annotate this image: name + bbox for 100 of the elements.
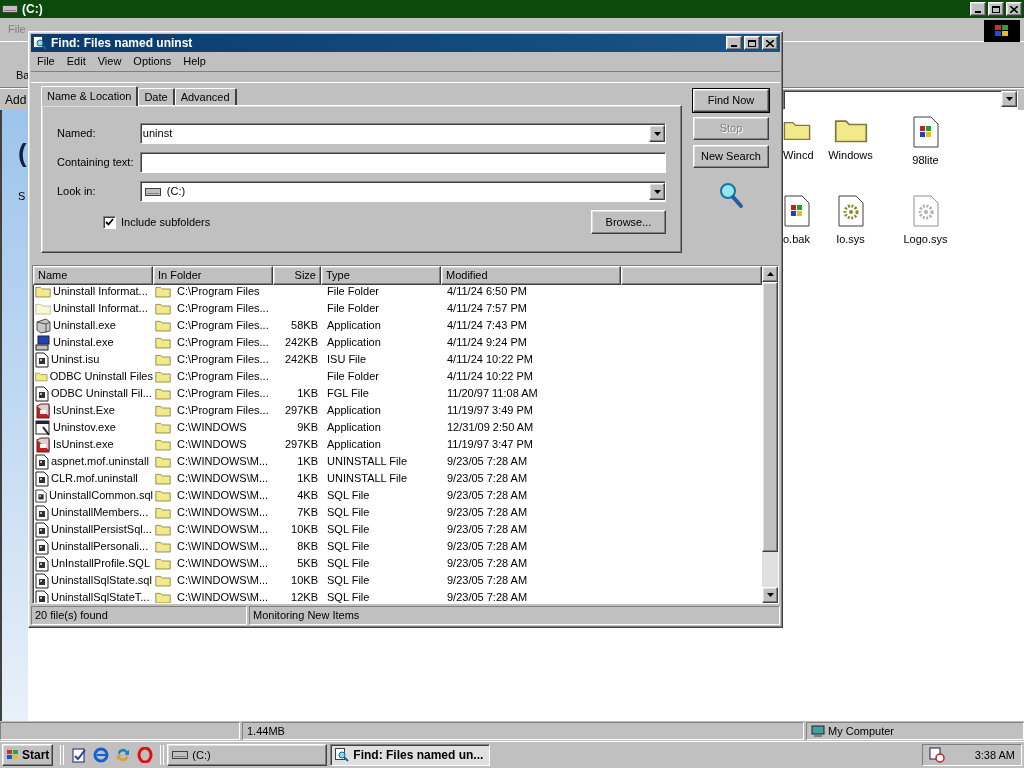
folder-icon <box>155 336 171 349</box>
table-cell: 4/11/24 7:43 PM <box>447 319 527 332</box>
document-icon <box>35 351 49 368</box>
table-cell: SQL File <box>327 557 370 570</box>
table-cell-text: C:\WINDOWS\M... <box>177 556 269 572</box>
file-name: o.bak <box>783 231 810 247</box>
folder-icon <box>155 319 171 332</box>
field-label: Containing text: <box>57 155 135 171</box>
field-label: Named: <box>57 126 97 142</box>
gear-document-icon <box>911 194 940 227</box>
clock: 3:38 AM <box>974 747 1015 763</box>
table-cell-text: C:\Program Files... <box>177 369 269 385</box>
document-icon <box>35 385 49 402</box>
checkbox-label[interactable]: Include subfolders <box>121 213 211 231</box>
document-icon <box>35 453 49 470</box>
document-icon <box>35 487 48 504</box>
folder-icon <box>155 489 171 502</box>
file-name: 98lite <box>912 153 939 168</box>
menu-item[interactable]: File <box>37 53 55 70</box>
window-title: Find: Files named uninst <box>51 35 194 52</box>
installer-icon <box>35 436 51 453</box>
taskbar-button[interactable]: (C:) <box>167 744 328 766</box>
table-cell-text: C:\Program Files... <box>177 386 269 402</box>
close-button[interactable] <box>1006 2 1022 16</box>
address-field[interactable] <box>783 89 1018 110</box>
folder-icon <box>155 472 171 485</box>
table-cell: ISU File <box>327 353 367 366</box>
table-cell: SQL File <box>327 591 370 603</box>
browse-button[interactable]: Browse... <box>591 210 666 234</box>
table-cell: Application <box>327 421 381 434</box>
table-cell: 11/19/97 3:47 PM <box>447 438 534 451</box>
column-header[interactable]: In Folder <box>153 266 273 285</box>
windows-flag-icon <box>6 749 20 761</box>
document-icon <box>35 555 49 572</box>
table-cell: 11/20/97 11:08 AM <box>447 387 538 400</box>
dialog-button[interactable]: New Search <box>693 145 769 168</box>
minimize-button[interactable] <box>970 2 986 16</box>
table-cell-text: 242KB <box>284 352 318 368</box>
table-cell-text: 10KB <box>291 522 318 538</box>
menu-item[interactable]: Help <box>183 53 206 70</box>
folder-icon <box>155 302 171 315</box>
tab[interactable]: Date <box>138 88 175 105</box>
table-cell-text: C:\WINDOWS <box>177 437 247 453</box>
opera-icon[interactable] <box>137 747 154 763</box>
address-label: Add <box>4 91 27 109</box>
table-cell: 4/11/24 6:50 PM <box>447 285 527 298</box>
table-cell: 9/23/05 7:28 AM <box>447 574 528 587</box>
browser-icon[interactable] <box>93 747 110 763</box>
close-button[interactable] <box>762 36 778 50</box>
named-field[interactable]: uninst <box>139 123 666 144</box>
windows-logo <box>984 20 1020 42</box>
table-cell: UNINSTALL File <box>327 455 408 468</box>
notepad-icon[interactable] <box>71 747 88 763</box>
table-cell: File Folder <box>327 370 379 383</box>
table-cell: 9/23/05 7:28 AM <box>447 540 528 553</box>
menu-item[interactable]: Options <box>133 53 172 70</box>
restore-button[interactable] <box>988 2 1004 16</box>
containing-text-field[interactable] <box>139 152 666 173</box>
table-cell: 4/11/24 10:22 PM <box>447 370 534 383</box>
tab[interactable]: Advanced <box>174 88 237 105</box>
table-cell-text: C:\WINDOWS\M... <box>177 522 269 538</box>
table-cell: 4/11/24 10:22 PM <box>447 353 534 366</box>
table-cell: File Folder <box>327 302 379 315</box>
table-cell-text: Uninst.isu <box>51 352 100 368</box>
column-header[interactable]: Name <box>33 266 153 285</box>
folder-icon <box>155 421 171 434</box>
table-cell: 4/11/24 7:57 PM <box>447 302 527 315</box>
dialog-button[interactable]: Find Now <box>693 89 769 112</box>
web-pane-heading: ( <box>18 140 28 166</box>
look-in-field[interactable]: (C:) <box>139 181 666 202</box>
scheduler-icon[interactable] <box>929 747 945 763</box>
table-cell: File Folder <box>327 285 379 298</box>
taskbar-button[interactable]: Find: Files named un... <box>330 744 491 766</box>
table-cell-text: Uninstall Informat... <box>53 284 148 300</box>
column-header[interactable]: Type <box>321 266 441 285</box>
scroll-down-button[interactable] <box>762 587 778 603</box>
maximize-button[interactable] <box>744 36 760 50</box>
table-cell-text: 58KB <box>291 318 318 334</box>
table-cell-text: C:\WINDOWS\M... <box>177 454 269 470</box>
column-header[interactable]: Size <box>273 266 321 285</box>
window-title: (C:) <box>22 1 44 18</box>
window-icon <box>35 419 51 436</box>
tab[interactable]: Name & Location <box>41 86 139 106</box>
table-cell: 4/11/24 9:24 PM <box>447 336 527 349</box>
start-button[interactable]: Start <box>2 744 54 766</box>
file-name: Windows <box>828 148 873 164</box>
checkbox[interactable] <box>103 215 116 229</box>
table-cell-text: UnInstallProfile.SQL <box>51 556 151 572</box>
table-cell-text: UninstallPersistSql... <box>51 522 152 538</box>
table-cell: 9/23/05 7:28 AM <box>447 489 528 502</box>
menu-item[interactable]: Edit <box>66 53 86 70</box>
status-text: 20 file(s) found <box>35 608 108 624</box>
close-icon <box>1010 5 1018 13</box>
folder-icon <box>155 387 171 400</box>
menu-item[interactable]: View <box>97 53 122 70</box>
column-header[interactable]: Modified <box>441 266 621 285</box>
minimize-button[interactable] <box>726 36 742 50</box>
folder-icon <box>155 455 171 468</box>
table-cell: Application <box>327 438 381 451</box>
scroll-up-button[interactable] <box>762 266 778 282</box>
